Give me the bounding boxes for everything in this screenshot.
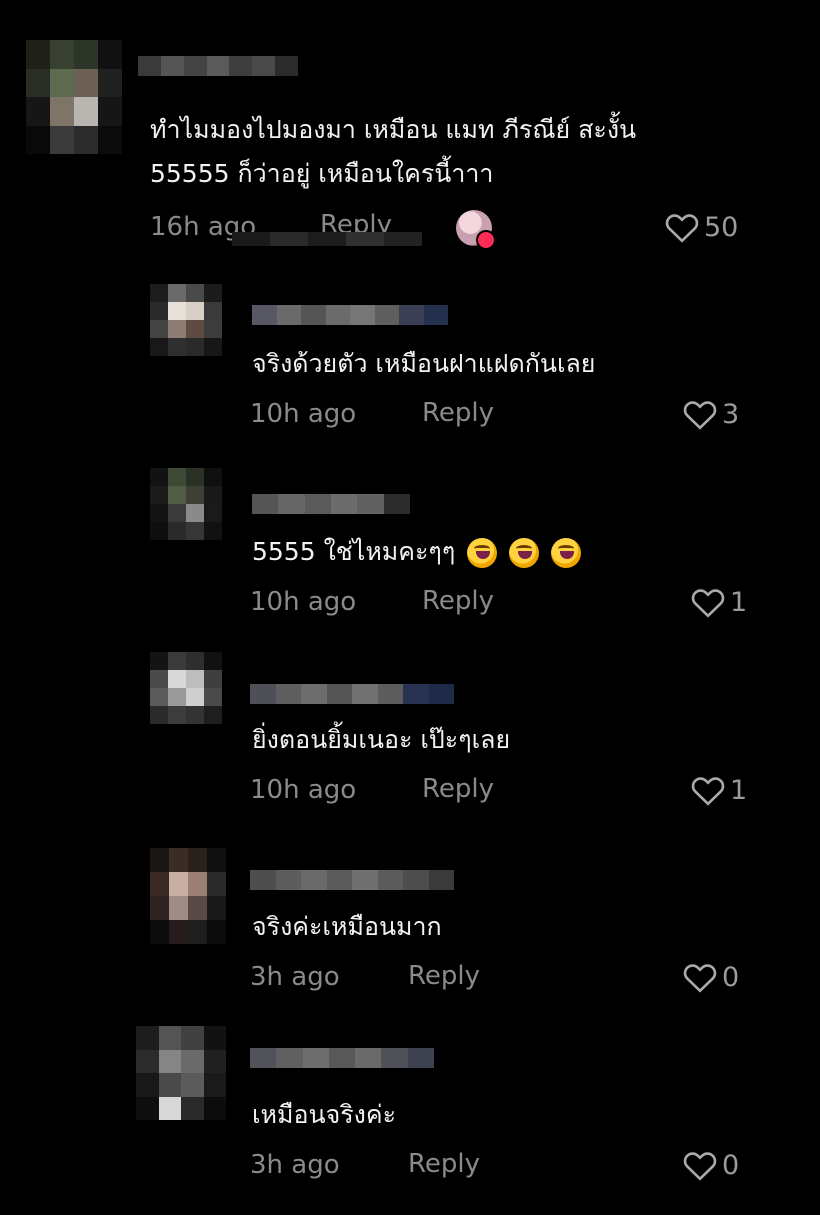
reply-button[interactable]: Reply xyxy=(408,961,480,991)
avatar[interactable] xyxy=(150,848,226,944)
like-button[interactable]: 0 xyxy=(682,1149,739,1181)
like-button[interactable]: 0 xyxy=(682,961,739,993)
comment-timestamp: 10h ago xyxy=(250,587,357,617)
blurred-overlay xyxy=(232,232,422,246)
reply-button[interactable]: Reply xyxy=(408,1149,480,1179)
comment-timestamp: 10h ago xyxy=(250,399,357,429)
comment-text: จริงค่ะเหมือนมาก xyxy=(252,912,442,941)
comment-text: เหมือนจริงค่ะ xyxy=(252,1100,397,1129)
rofl-emoji-icon xyxy=(467,538,498,568)
username-blurred[interactable] xyxy=(252,494,410,514)
comment-text: ทำไมมองไปมองมา เหมือน แมท ภีรณีย์ สะงั้น… xyxy=(150,115,637,188)
reply-button[interactable]: Reply xyxy=(422,398,494,428)
comment-text: จริงด้วยตัว เหมือนฝาแฝดกันเลย xyxy=(252,349,596,378)
creator-liked-badge-icon xyxy=(456,210,496,250)
heart-outline-icon xyxy=(683,1152,717,1181)
heart-outline-icon xyxy=(665,214,699,243)
like-count: 1 xyxy=(730,774,748,806)
avatar[interactable] xyxy=(26,40,122,154)
like-count: 0 xyxy=(722,961,740,993)
username-blurred[interactable] xyxy=(250,684,454,704)
like-button[interactable]: 3 xyxy=(682,398,739,430)
comment-timestamp: 10h ago xyxy=(250,775,357,805)
username-blurred[interactable] xyxy=(250,870,454,890)
comment-text: 5555 ใช่ไหมคะๆๆ xyxy=(252,530,582,574)
rofl-emoji-icon xyxy=(509,538,540,568)
avatar[interactable] xyxy=(150,468,222,540)
avatar[interactable] xyxy=(150,284,222,356)
reply-button[interactable]: Reply xyxy=(422,774,494,804)
rofl-emoji-icon xyxy=(551,538,582,568)
like-button[interactable]: 50 xyxy=(664,211,738,243)
heart-outline-icon xyxy=(683,401,717,430)
like-count: 3 xyxy=(722,398,740,430)
username-blurred[interactable] xyxy=(250,1048,434,1068)
reply-button[interactable]: Reply xyxy=(422,586,494,616)
like-button[interactable]: 1 xyxy=(690,586,747,618)
heart-outline-icon xyxy=(683,964,717,993)
like-button[interactable]: 1 xyxy=(690,774,747,806)
avatar[interactable] xyxy=(136,1026,226,1120)
heart-outline-icon xyxy=(691,777,725,806)
like-count: 1 xyxy=(730,586,748,618)
avatar[interactable] xyxy=(150,652,222,724)
like-count: 0 xyxy=(722,1149,740,1181)
heart-outline-icon xyxy=(691,589,725,618)
comment-timestamp: 3h ago xyxy=(250,962,340,992)
username-blurred[interactable] xyxy=(138,56,299,76)
username-blurred[interactable] xyxy=(252,305,448,325)
comment-text: ยิ่งตอนยิ้มเนอะ เป๊ะๆเลย xyxy=(252,725,511,754)
comment-timestamp: 3h ago xyxy=(250,1150,340,1180)
like-count: 50 xyxy=(704,211,739,243)
